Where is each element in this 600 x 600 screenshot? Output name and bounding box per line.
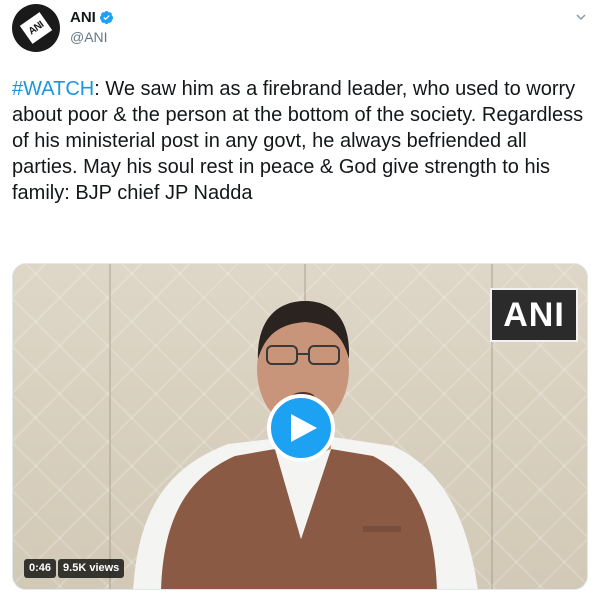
video-duration: 0:46 [24,559,57,578]
verified-badge-icon [99,10,113,25]
tweet-text: #WATCH: We saw him as a firebrand leader… [12,76,592,206]
play-icon [291,414,317,442]
display-name[interactable]: ANI [70,9,96,26]
ani-watermark: ANI [490,288,578,342]
video-player[interactable]: ANI 0:46 9.5K views [12,263,588,590]
avatar[interactable]: ANI [12,4,60,52]
ani-watermark-text: ANI [503,295,565,334]
video-meta: 0:46 9.5K views [24,559,125,578]
author-name-row: ANI [70,9,114,26]
video-views: 9.5K views [58,559,125,578]
tweet-card: ANI ANI @ANI #WATCH: We saw him as a fir… [0,0,600,600]
play-button[interactable] [267,394,335,462]
account-handle[interactable]: @ANI [70,29,108,45]
chevron-down-icon[interactable] [575,11,587,23]
avatar-logo-text: ANI [26,18,46,38]
avatar-logo: ANI [17,9,55,47]
tweet-body: : We saw him as a firebrand leader, who … [12,78,584,204]
hashtag-link[interactable]: #WATCH [12,78,94,100]
